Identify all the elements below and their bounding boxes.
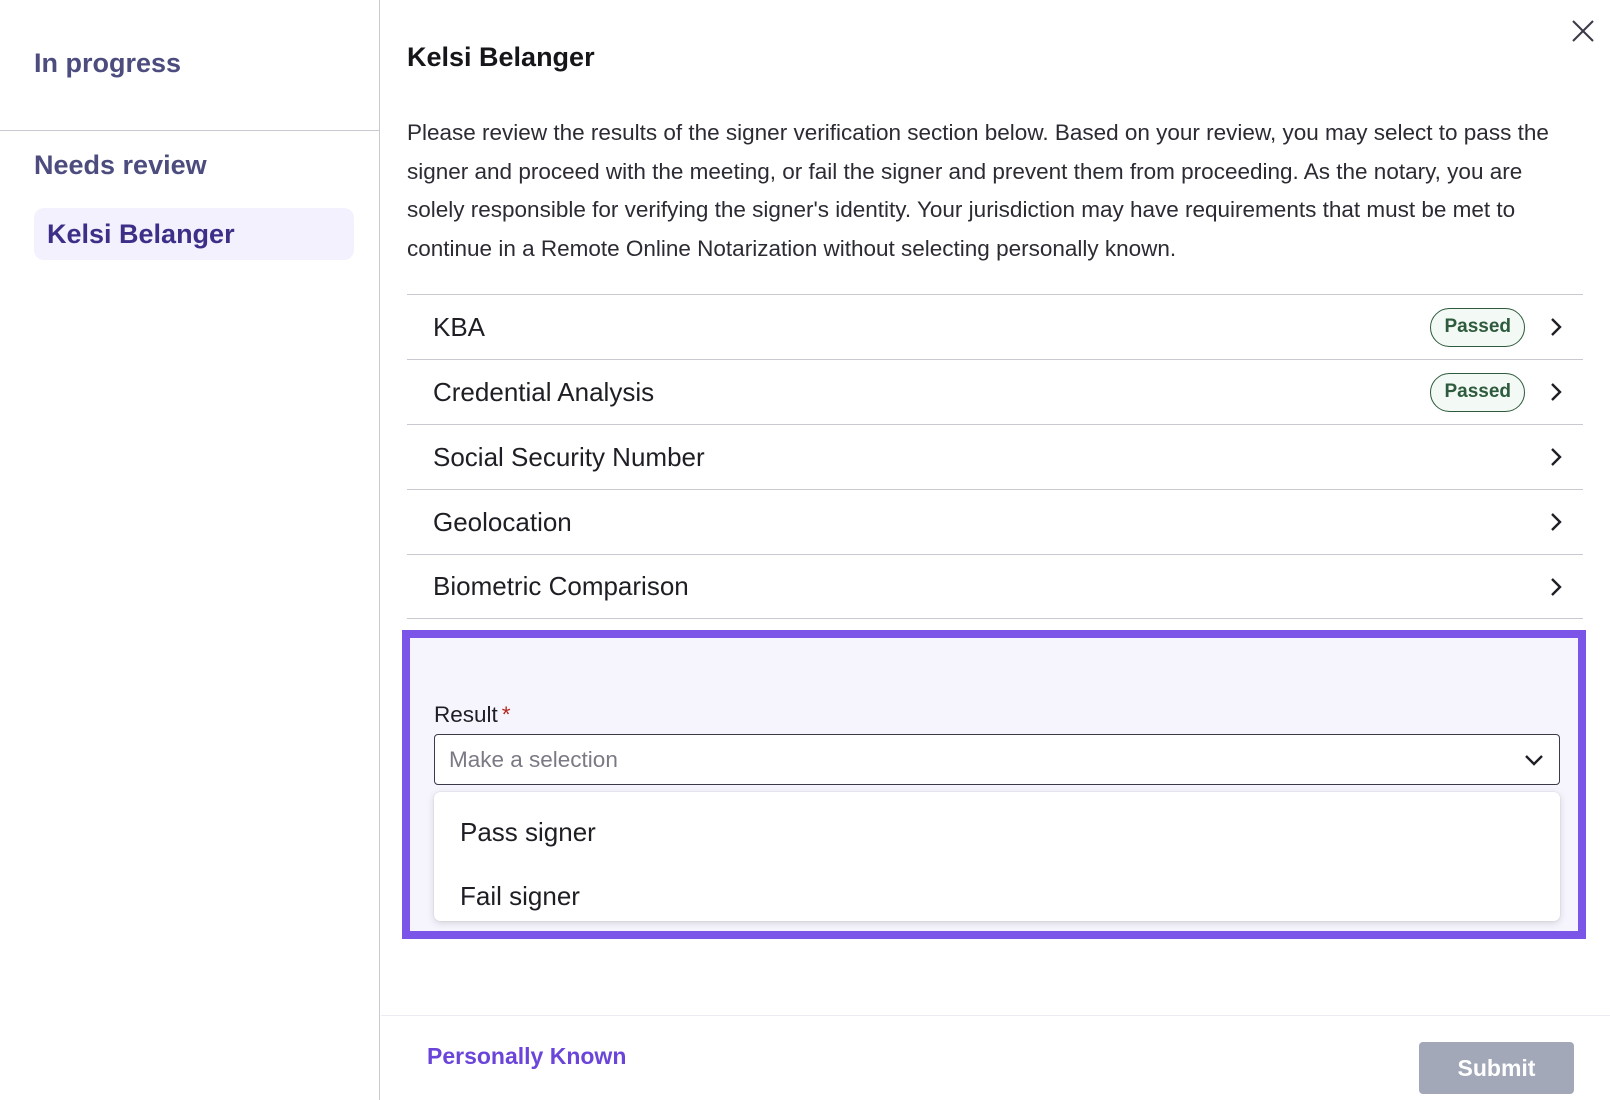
- in-progress-heading: In progress: [34, 48, 182, 78]
- section-row-credential-analysis[interactable]: Credential Analysis Passed: [407, 359, 1583, 424]
- instructions-text: Please review the results of the signer …: [407, 120, 1549, 261]
- section-label: KBA: [433, 311, 486, 342]
- option-fail-signer[interactable]: Fail signer: [434, 864, 1560, 928]
- section-label: Social Security Number: [433, 441, 705, 472]
- verification-sections: KBA Passed Credential Analysis Passed So…: [407, 294, 1583, 619]
- chevron-right-icon: [1547, 445, 1565, 469]
- sidebar-item-label: Kelsi Belanger: [47, 218, 235, 249]
- option-pass-signer[interactable]: Pass signer: [434, 800, 1560, 864]
- submit-button[interactable]: Submit: [1419, 1042, 1574, 1094]
- chevron-right-icon: [1547, 510, 1565, 534]
- footer: Personally Known Submit: [381, 1015, 1610, 1100]
- sidebar-item-kelsi-belanger[interactable]: Kelsi Belanger: [34, 208, 354, 260]
- needs-review-heading: Needs review: [34, 150, 207, 180]
- review-panel: Kelsi Belanger Please review the results…: [381, 0, 1610, 1100]
- section-row-biometric-comparison[interactable]: Biometric Comparison: [407, 554, 1583, 619]
- result-dropdown-menu: Pass signer Fail signer: [434, 792, 1560, 921]
- sidebar: In progress Needs review Kelsi Belanger: [0, 0, 380, 1100]
- chevron-right-icon: [1547, 380, 1565, 404]
- section-label: Biometric Comparison: [433, 571, 689, 601]
- result-label-text: Result: [434, 702, 498, 727]
- personally-known-link[interactable]: Personally Known: [427, 1043, 626, 1070]
- chevron-right-icon: [1547, 575, 1565, 599]
- result-label: Result *: [434, 702, 511, 728]
- required-marker: *: [501, 702, 511, 727]
- chevron-right-icon: [1547, 315, 1565, 339]
- status-badge: Passed: [1430, 372, 1525, 412]
- result-select[interactable]: Make a selection: [434, 734, 1560, 785]
- section-row-geolocation[interactable]: Geolocation: [407, 489, 1583, 554]
- section-row-social-security-number[interactable]: Social Security Number: [407, 424, 1583, 489]
- result-section: Result * Make a selection Pass signer Fai…: [402, 630, 1586, 939]
- section-label: Geolocation: [433, 506, 572, 537]
- status-badge: Passed: [1430, 307, 1525, 347]
- section-label: Credential Analysis: [433, 376, 655, 407]
- select-placeholder: Make a selection: [449, 746, 618, 772]
- section-row-kba[interactable]: KBA Passed: [407, 294, 1583, 359]
- close-icon[interactable]: [1570, 18, 1596, 44]
- chevron-down-icon: [1509, 735, 1559, 784]
- page-title: Kelsi Belanger: [407, 42, 595, 72]
- sidebar-divider: [0, 130, 380, 131]
